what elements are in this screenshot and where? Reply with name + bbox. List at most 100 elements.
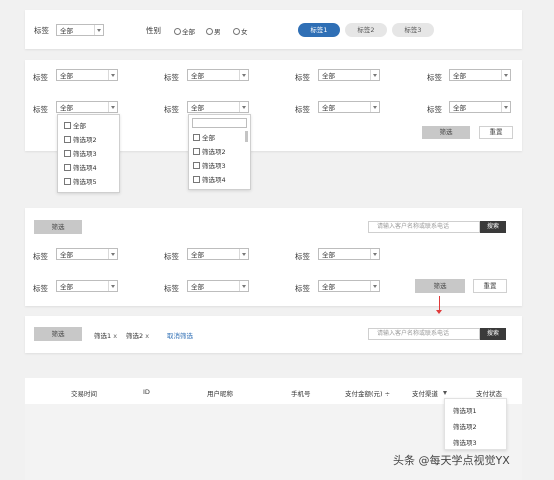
reset-button[interactable]: 重置 [473, 279, 507, 293]
tag-label: 标签 [427, 73, 442, 82]
select-value: 全部 [60, 27, 73, 35]
tag-select[interactable]: 全部 [56, 69, 118, 81]
tag-select[interactable]: 全部 [56, 24, 104, 36]
channel-label: 支付渠道 [412, 390, 438, 398]
tag-label: 标签 [34, 26, 49, 35]
tag-select-open[interactable]: 全部 [187, 101, 249, 113]
close-icon[interactable]: x [145, 332, 149, 340]
select-value: 全部 [191, 72, 204, 80]
filter-triangle-icon[interactable] [443, 391, 448, 395]
tag-select[interactable]: 全部 [449, 69, 511, 81]
tag-select[interactable]: 全部 [56, 280, 118, 292]
tag-label: 标签 [295, 252, 310, 261]
dropdown-option[interactable]: 筛选项4 [64, 162, 97, 172]
tag-label: 标签 [164, 252, 179, 261]
applied-filter-chip[interactable]: 筛选1 x [94, 330, 117, 340]
dropdown-option[interactable]: 筛选项5 [64, 176, 97, 186]
dropdown-list-a: 全部 筛选项2 筛选项3 筛选项4 筛选项5 [57, 114, 120, 193]
dropdown-option[interactable]: 筛选项3 [453, 437, 477, 447]
chevron-down-icon [239, 102, 248, 112]
radio-label: 男 [214, 28, 221, 36]
filter-button[interactable]: 筛选 [415, 279, 465, 293]
filter-toggle-button[interactable]: 筛选 [34, 327, 82, 341]
applied-filter-chip[interactable]: 筛选2 x [126, 330, 149, 340]
chevron-down-icon [239, 281, 248, 291]
tag-select[interactable]: 全部 [318, 101, 380, 113]
option-label: 筛选项4 [73, 164, 97, 172]
filter-button[interactable]: 筛选 [422, 126, 470, 139]
option-label: 筛选项2 [73, 136, 97, 144]
dropdown-option[interactable]: 全部 [64, 120, 86, 130]
checkbox-icon [193, 148, 200, 155]
checkbox-icon [64, 122, 71, 129]
col-header-amount[interactable]: 支付金额(元) ÷ [345, 388, 390, 398]
tag-select[interactable]: 全部 [187, 248, 249, 260]
search-input[interactable]: 请输入客户名称或联系电话 [368, 221, 480, 233]
tab-pill-1[interactable]: 标签1 [298, 23, 340, 37]
chevron-down-icon [108, 281, 117, 291]
tag-label: 标签 [33, 105, 48, 114]
col-header-channel[interactable]: 支付渠道 [412, 388, 448, 398]
radio-all[interactable]: 全部 [174, 26, 195, 36]
radio-circle-icon [206, 28, 213, 35]
search-button[interactable]: 搜索 [480, 221, 506, 233]
close-icon[interactable]: x [113, 332, 117, 340]
tag-select[interactable]: 全部 [318, 248, 380, 260]
dropdown-option[interactable]: 筛选项3 [64, 148, 97, 158]
tag-select[interactable]: 全部 [187, 69, 249, 81]
cancel-filter-link[interactable]: 取消筛选 [167, 330, 193, 340]
reset-button[interactable]: 重置 [479, 126, 513, 139]
watermark: 头条 @每天学点视觉YX [393, 454, 510, 467]
tag-label: 标签 [164, 105, 179, 114]
tag-label: 标签 [33, 284, 48, 293]
select-value: 全部 [191, 283, 204, 291]
dropdown-option[interactable]: 筛选项4 [193, 174, 226, 184]
filter-summary-bar: 筛选 筛选1 x 筛选2 x 取消筛选 请输入客户名称或联系电话 搜索 [25, 316, 522, 353]
search-button[interactable]: 搜索 [480, 328, 506, 340]
select-value: 全部 [322, 283, 335, 291]
tag-select[interactable]: 全部 [318, 69, 380, 81]
channel-filter-dropdown: 筛选项1 筛选项2 筛选项3 [444, 398, 507, 450]
chevron-down-icon [370, 102, 379, 112]
chevron-down-icon [108, 249, 117, 259]
option-label: 筛选项4 [202, 176, 226, 184]
option-label: 筛选项3 [202, 162, 226, 170]
tag-select[interactable]: 全部 [56, 248, 118, 260]
dropdown-option[interactable]: 筛选项1 [453, 405, 477, 415]
col-header-phone: 手机号 [291, 390, 311, 398]
dropdown-option[interactable]: 全部 [193, 132, 215, 142]
tag-select[interactable]: 全部 [449, 101, 511, 113]
radio-female[interactable]: 女 [233, 26, 248, 36]
dropdown-option[interactable]: 筛选项2 [193, 146, 226, 156]
col-header-time: 交易时间 [71, 390, 97, 398]
tag-select-open[interactable]: 全部 [56, 101, 118, 113]
radio-male[interactable]: 男 [206, 26, 221, 36]
tag-label: 标签 [295, 105, 310, 114]
select-value: 全部 [322, 104, 335, 112]
option-label: 筛选项3 [73, 150, 97, 158]
gender-label: 性别 [146, 26, 161, 35]
chevron-down-icon [501, 70, 510, 80]
chevron-down-icon [370, 249, 379, 259]
chevron-down-icon [108, 70, 117, 80]
option-label: 筛选项5 [73, 178, 97, 186]
radio-circle-icon [174, 28, 181, 35]
dropdown-scrollbar[interactable] [245, 131, 248, 142]
dropdown-option[interactable]: 筛选项2 [453, 421, 477, 431]
search-input[interactable]: 请输入客户名称或联系电话 [368, 328, 480, 340]
dropdown-search-input[interactable] [192, 118, 247, 128]
select-value: 全部 [191, 251, 204, 259]
chevron-down-icon [370, 70, 379, 80]
dropdown-option[interactable]: 筛选项3 [193, 160, 226, 170]
select-value: 全部 [60, 72, 73, 80]
tag-select[interactable]: 全部 [318, 280, 380, 292]
radio-label: 女 [241, 28, 248, 36]
tag-label: 标签 [164, 73, 179, 82]
tab-pill-3[interactable]: 标签3 [392, 23, 434, 37]
filter-toggle-button[interactable]: 筛选 [34, 220, 82, 234]
tag-select[interactable]: 全部 [187, 280, 249, 292]
tab-pill-2[interactable]: 标签2 [345, 23, 387, 37]
col-header-status: 支付状态 [476, 390, 502, 398]
checkbox-icon [193, 134, 200, 141]
dropdown-option[interactable]: 筛选项2 [64, 134, 97, 144]
